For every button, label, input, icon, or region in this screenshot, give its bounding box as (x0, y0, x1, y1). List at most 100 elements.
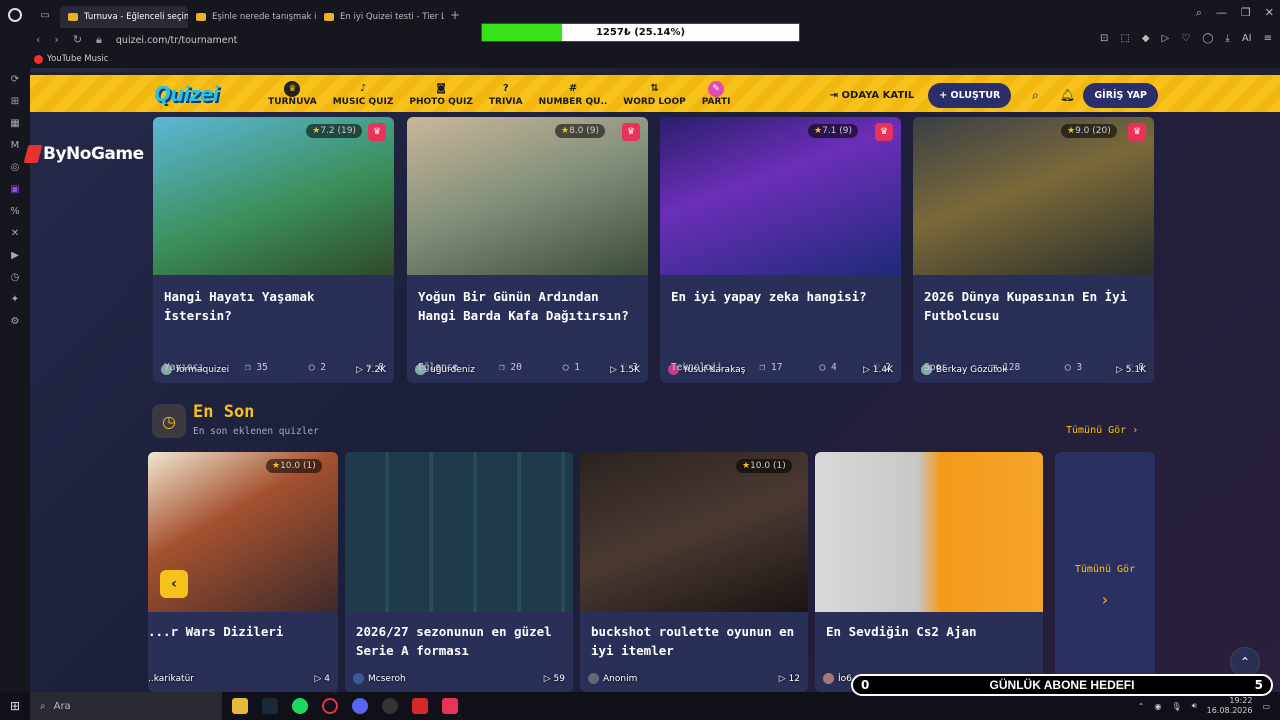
menu-icon[interactable]: ≡ (1264, 33, 1272, 44)
carousel-prev-button[interactable]: ‹ (160, 570, 188, 598)
rating-votes: (19) (337, 126, 356, 136)
profile-icon[interactable]: ◯ (1202, 33, 1213, 44)
forward-icon[interactable]: › (54, 33, 58, 47)
quiz-title[interactable]: 2026/27 sezonunun en güzel Serie A forma… (356, 622, 563, 660)
quizei-favicon-icon (68, 13, 78, 21)
taskbar-search[interactable]: ⌕ Ara (30, 692, 222, 720)
pinboard-icon[interactable]: ▦ (0, 112, 30, 134)
create-button[interactable]: + OLUŞTUR (928, 82, 1012, 108)
see-all-card[interactable]: Tümünü Gör › (1055, 452, 1155, 692)
login-button[interactable]: GİRİŞ YAP (1083, 82, 1158, 108)
quiz-card[interactable]: ★7.2 (19) ♛ formaquizei ▷ 7.2K Hangi Hay… (153, 117, 394, 383)
ai-icon[interactable]: AI (1242, 33, 1252, 44)
file-explorer-icon[interactable] (232, 698, 248, 714)
reload-icon[interactable]: ↻ (73, 33, 82, 47)
chevron-right-icon: › (1101, 590, 1109, 609)
twitch-icon[interactable]: ▣ (0, 178, 30, 200)
section-title: En Son (193, 402, 255, 422)
quiz-card[interactable]: ★7.1 (9) ♛ Yusuf Karakaş ▷ 1.4K En iyi y… (660, 117, 901, 383)
quiz-card[interactable]: ★9.0 (20) ♛ Berkay Gözütok ▷ 5.1K 2026 D… (913, 117, 1154, 383)
minimize-button[interactable]: — (1216, 6, 1227, 20)
donation-progress-bar: 1257₺ (25.14%) (481, 23, 800, 42)
quiz-card[interactable]: İo6 ▷ 12 En Sevdiğin Cs2 Ajan (815, 452, 1043, 692)
maximize-button[interactable]: ❐ (1241, 6, 1251, 20)
snapshot-icon[interactable]: ⬚ (1120, 33, 1129, 44)
percent-icon[interactable]: % (0, 200, 30, 222)
like-count: ♡ 8 (366, 362, 384, 373)
quiz-card[interactable]: Mcseroh ▷ 59 2026/27 sezonunun en güzel … (345, 452, 573, 692)
shield-icon[interactable]: ◆ (1142, 33, 1150, 44)
quiz-card[interactable]: ★10.0 (1) Anonim ▷ 12 buckshot roulette … (580, 452, 808, 692)
download-icon[interactable]: ⤓ (1225, 33, 1229, 44)
quiz-title[interactable]: buckshot roulette oyunun en iyi itemler (591, 622, 798, 660)
close-icon[interactable]: ✕ (1265, 6, 1274, 20)
network-icon[interactable]: ◉ (1154, 702, 1161, 711)
rating-value: 10.0 (280, 461, 301, 471)
opera-logo-icon[interactable] (0, 0, 30, 30)
tab-tournament[interactable]: Turnuva - Eğlenceli seçim (60, 6, 188, 28)
quiz-title[interactable]: En Sevdiğin Cs2 Ajan (826, 622, 1033, 641)
app-pink-icon[interactable] (442, 698, 458, 714)
question-count: ❐ 128 (991, 362, 1021, 373)
nav-party[interactable]: ✎ PARTI (694, 80, 739, 107)
windows-start-icon[interactable]: ⊞ (0, 699, 30, 713)
speed-dial-icon[interactable]: ⊞ (0, 90, 30, 112)
quiz-title[interactable]: En iyi yapay zeka hangisi? (671, 287, 891, 306)
clock-icon[interactable]: ◷ (0, 266, 30, 288)
mic-icon[interactable]: 🎙︎ (1171, 702, 1181, 711)
scroll-to-top-button[interactable]: ⌃ (1230, 647, 1260, 677)
quiz-title[interactable]: ...r Wars Dizileri (148, 622, 328, 641)
back-icon[interactable]: ‹ (36, 33, 40, 47)
like-count: ♡ 8 (1126, 362, 1144, 373)
nav-trivia[interactable]: ? TRIVIA (481, 81, 531, 107)
app-red-icon[interactable] (412, 698, 428, 714)
url-field[interactable]: quizei.com/tr/tournament (116, 35, 238, 46)
quiz-title[interactable]: Yoğun Bir Günün Ardından Hangi Barda Kaf… (418, 287, 638, 325)
opera-gx-icon[interactable] (322, 698, 338, 714)
avatar (588, 673, 599, 684)
bookmark-youtube-music[interactable]: YouTube Music (34, 54, 108, 64)
extensions-icon[interactable]: ✦ (0, 288, 30, 310)
obs-icon[interactable] (382, 698, 398, 714)
rating-value: 7.1 (822, 126, 837, 136)
settings-icon[interactable]: ⚙ (0, 310, 30, 332)
pin-icon[interactable]: ⊡ (1100, 33, 1108, 44)
quiz-title[interactable]: Hangi Hayatı Yaşamak İstersin? (164, 287, 384, 325)
clock[interactable]: 19:22 16.08.2026 (1207, 696, 1253, 716)
new-tab-button[interactable]: + (450, 8, 460, 22)
bell-icon[interactable]: 🔔︎ (1051, 88, 1083, 102)
player-icon[interactable]: ▶ (0, 244, 30, 266)
join-room-button[interactable]: ⇥ ODAYA KATIL (830, 90, 915, 101)
nav-photo-quiz[interactable]: ◙ PHOTO QUIZ (401, 81, 481, 107)
site-logo[interactable]: Quizei (154, 82, 219, 106)
discord-icon[interactable] (352, 698, 368, 714)
volume-icon[interactable]: 🔊︎ (1192, 701, 1197, 711)
notification-icon[interactable]: ▭ (1262, 702, 1270, 711)
heart-icon[interactable]: ♡ (1181, 33, 1190, 44)
question-icon: ? (502, 83, 509, 94)
search-placeholder: Ara (53, 700, 71, 712)
rating-value: 8.0 (569, 126, 584, 136)
history-icon[interactable]: ⟳ (0, 68, 30, 90)
see-all-link[interactable]: Tümünü Gör › (1066, 425, 1138, 436)
quiz-card[interactable]: ★8.0 (9) ♛ uğurdeniz ▷ 1.5K Yoğun Bir Gü… (407, 117, 648, 383)
tab-quiz-2[interactable]: Eşinle nerede tanışmak ist (188, 6, 316, 28)
nav-number-quiz[interactable]: # NUMBER QU.. (531, 81, 616, 107)
tray-chevron-icon[interactable]: ⌃ (1138, 702, 1145, 711)
nav-music-quiz[interactable]: ♪ MUSIC QUIZ (325, 81, 402, 107)
x-icon[interactable]: ✕ (0, 222, 30, 244)
search-icon[interactable]: ⌕ (1019, 88, 1051, 103)
quiz-title[interactable]: 2026 Dünya Kupasının En İyi Futbolcusu (924, 287, 1144, 325)
spotify-icon[interactable] (292, 698, 308, 714)
quiz-author[interactable]: Mcseroh (353, 673, 406, 684)
nav-tournament[interactable]: ♛ TURNUVA (260, 80, 325, 107)
search-icon[interactable]: ⌕ (1196, 6, 1202, 20)
quiz-author[interactable]: Anonim (588, 673, 637, 684)
nav-word-loop[interactable]: ⇅ WORD LOOP (615, 81, 693, 107)
tab-menu-icon[interactable]: ▭ (30, 0, 60, 30)
steam-icon[interactable] (262, 698, 278, 714)
quiz-author[interactable]: İo6 (823, 673, 852, 684)
play-icon[interactable]: ▷ (1162, 33, 1170, 44)
tab-quiz-3[interactable]: En iyi Quizei testi - Tier List (316, 6, 444, 28)
quiz-author[interactable]: ..karikatür (148, 674, 194, 684)
